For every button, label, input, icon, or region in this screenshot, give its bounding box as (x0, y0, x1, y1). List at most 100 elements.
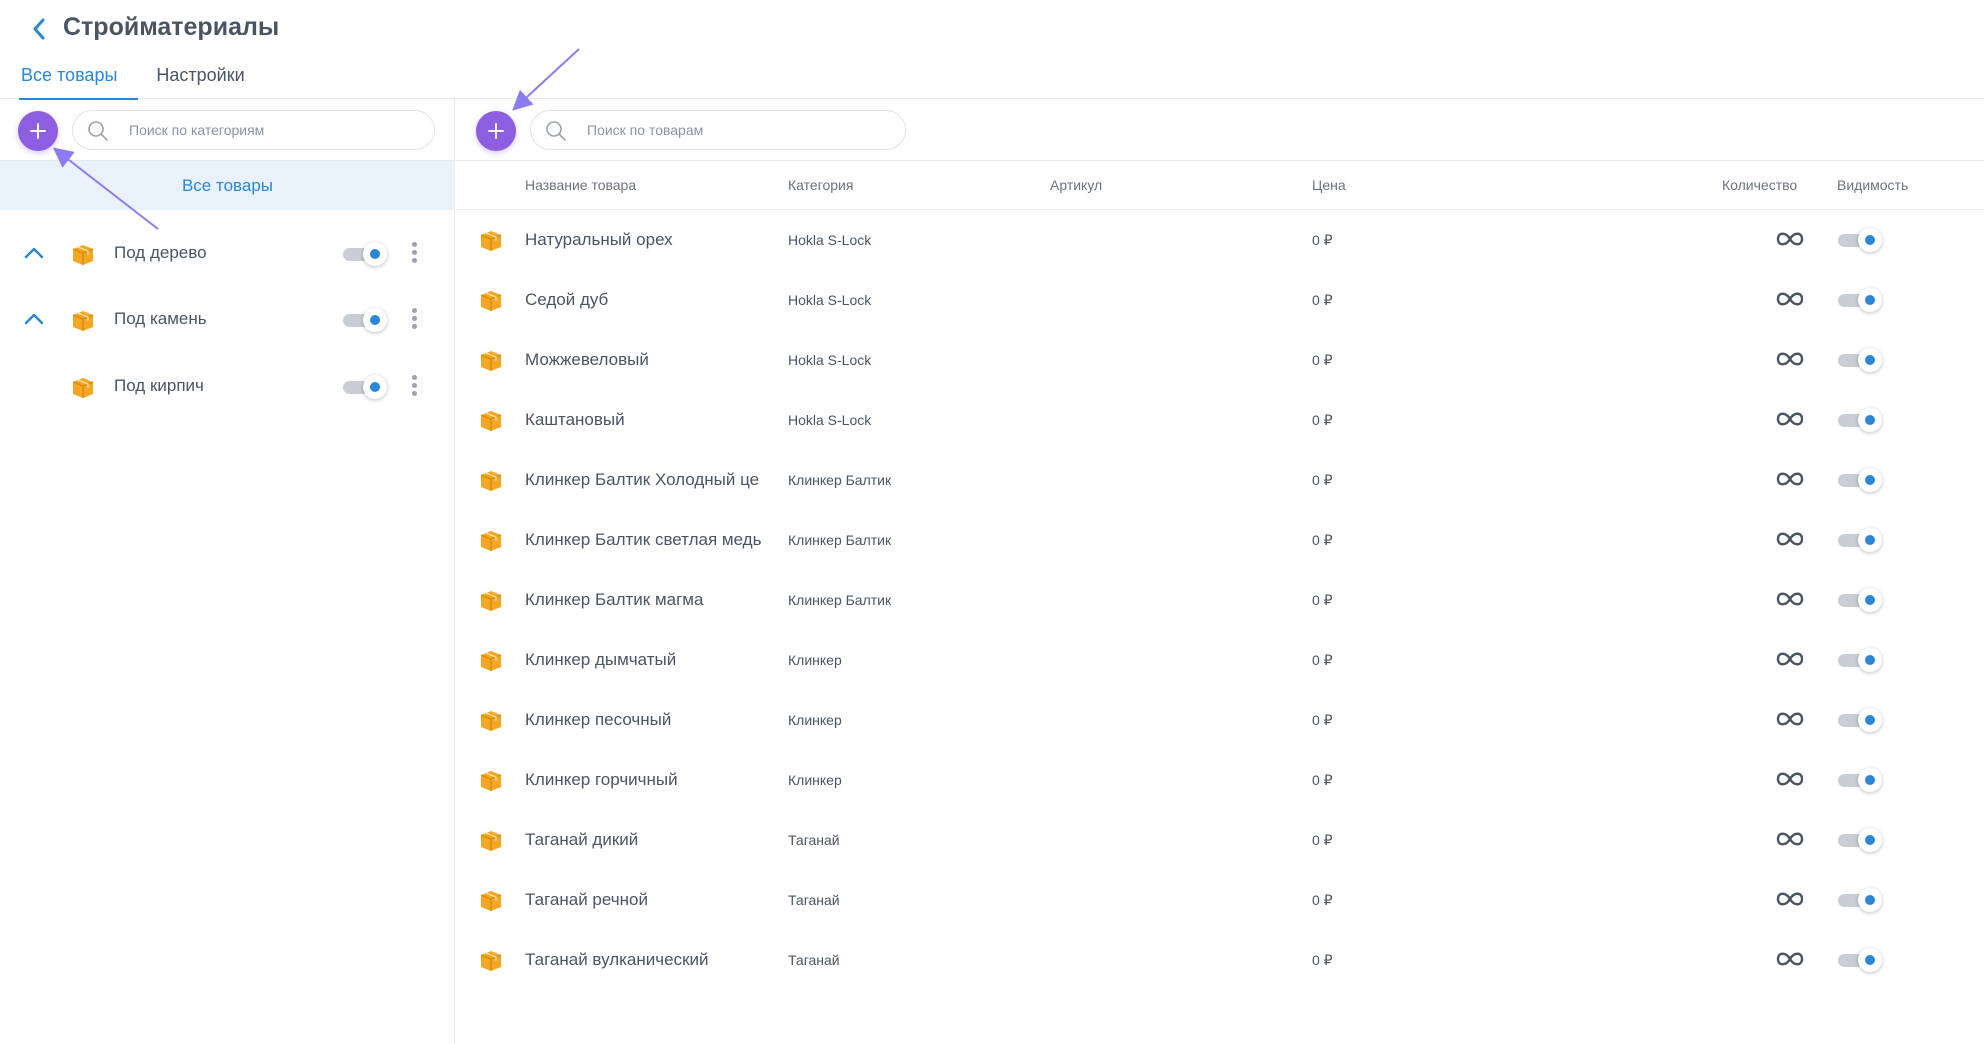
product-name[interactable]: Таганай вулканический (525, 930, 781, 990)
product-visibility-toggle[interactable] (1838, 408, 1882, 432)
categories-toolbar (0, 99, 454, 161)
product-name[interactable]: Клинкер Балтик светлая медь (525, 510, 781, 570)
product-name[interactable]: Можжевеловый (525, 330, 781, 390)
product-name[interactable]: Клинкер песочный (525, 690, 781, 750)
product-visibility-toggle[interactable] (1838, 888, 1882, 912)
box-icon (480, 471, 502, 491)
infinity-icon (1776, 892, 1804, 906)
category-row[interactable]: Под кирпич (0, 354, 455, 420)
category-visibility-toggle[interactable] (343, 308, 387, 332)
column-header-name[interactable]: Название товара (525, 161, 636, 210)
product-visibility-toggle[interactable] (1838, 528, 1882, 552)
product-category: Клинкер (788, 712, 842, 728)
infinity-icon (1776, 412, 1804, 426)
table-row[interactable]: Клинкер дымчатый Клинкер 0 ₽ (456, 630, 1984, 690)
more-vertical-icon[interactable] (409, 308, 419, 334)
box-icon (72, 245, 94, 265)
add-category-button[interactable] (18, 111, 58, 151)
column-header-visibility[interactable]: Видимость (1837, 161, 1908, 210)
product-visibility-toggle[interactable] (1838, 948, 1882, 972)
product-name[interactable]: Клинкер горчичный (525, 750, 781, 810)
category-visibility-toggle[interactable] (343, 375, 387, 399)
product-visibility-toggle[interactable] (1838, 348, 1882, 372)
product-visibility-toggle[interactable] (1838, 768, 1882, 792)
chevron-up-icon[interactable] (22, 309, 46, 329)
product-price: 0 ₽ (1312, 712, 1333, 728)
column-header-sku[interactable]: Артикул (1050, 161, 1102, 210)
column-header-category[interactable]: Категория (788, 161, 853, 210)
product-visibility-toggle[interactable] (1838, 828, 1882, 852)
product-name[interactable]: Таганай дикий (525, 810, 781, 870)
box-icon (480, 231, 502, 251)
table-row[interactable]: Можжевеловый Hokla S-Lock 0 ₽ (456, 330, 1984, 390)
table-row[interactable]: Клинкер Балтик Холодный це Клинкер Балтик… (456, 450, 1984, 510)
product-visibility-toggle[interactable] (1838, 288, 1882, 312)
plus-icon (30, 123, 46, 139)
product-name[interactable]: Таганай речной (525, 870, 781, 930)
page-title: Стройматериалы (63, 13, 280, 41)
box-icon (480, 591, 502, 611)
table-row[interactable]: Клинкер песочный Клинкер 0 ₽ (456, 690, 1984, 750)
more-vertical-icon[interactable] (409, 242, 419, 268)
add-product-button[interactable] (476, 111, 516, 151)
infinity-icon (1776, 652, 1804, 666)
infinity-icon (1776, 292, 1804, 306)
product-name[interactable]: Клинкер Балтик магма (525, 570, 781, 630)
category-search-input[interactable] (73, 111, 434, 149)
table-row[interactable]: Клинкер Балтик светлая медь Клинкер Балти… (456, 510, 1984, 570)
product-name[interactable]: Клинкер Балтик Холодный це (525, 450, 781, 510)
tab-settings[interactable]: Настройки (138, 60, 265, 99)
table-row[interactable]: Клинкер Балтик магма Клинкер Балтик 0 ₽ (456, 570, 1984, 630)
product-visibility-toggle[interactable] (1838, 648, 1882, 672)
category-row[interactable]: Под камень (0, 287, 455, 353)
product-category: Таганай (788, 832, 840, 848)
product-visibility-toggle[interactable] (1838, 228, 1882, 252)
plus-icon (488, 123, 504, 139)
box-icon (480, 351, 502, 371)
product-name[interactable]: Каштановый (525, 390, 781, 450)
products-toolbar (456, 99, 1984, 161)
infinity-icon (1776, 952, 1804, 966)
back-button[interactable] (26, 14, 52, 44)
table-row[interactable]: Таганай дикий Таганай 0 ₽ (456, 810, 1984, 870)
table-row[interactable]: Натуральный орех Hokla S-Lock 0 ₽ (456, 210, 1984, 270)
product-visibility-toggle[interactable] (1838, 468, 1882, 492)
product-visibility-toggle[interactable] (1838, 708, 1882, 732)
app-root: Стройматериалы Все товары Настройки Все … (0, 0, 1984, 1044)
category-search (72, 110, 435, 150)
product-visibility-toggle[interactable] (1838, 588, 1882, 612)
product-category: Клинкер Балтик (788, 532, 892, 548)
product-price: 0 ₽ (1312, 652, 1333, 668)
box-icon (480, 531, 502, 551)
category-row[interactable]: Под дерево (0, 221, 455, 287)
product-name[interactable]: Натуральный орех (525, 210, 781, 270)
table-row[interactable]: Седой дуб Hokla S-Lock 0 ₽ (456, 270, 1984, 330)
tab-all-products[interactable]: Все товары (0, 60, 139, 100)
all-products-item[interactable]: Все товары (0, 161, 455, 210)
category-label: Под камень (114, 309, 207, 328)
table-row[interactable]: Таганай речной Таганай 0 ₽ (456, 870, 1984, 930)
box-icon (480, 651, 502, 671)
product-price: 0 ₽ (1312, 892, 1333, 908)
infinity-icon (1776, 832, 1804, 846)
product-price: 0 ₽ (1312, 412, 1333, 428)
table-row[interactable]: Каштановый Hokla S-Lock 0 ₽ (456, 390, 1984, 450)
products-panel: Название товара Категория Артикул Цена К… (456, 99, 1984, 1044)
more-vertical-icon[interactable] (409, 375, 419, 401)
column-header-price[interactable]: Цена (1312, 161, 1346, 210)
table-header: Название товара Категория Артикул Цена К… (456, 161, 1984, 210)
product-price: 0 ₽ (1312, 952, 1333, 968)
product-search (530, 110, 906, 150)
table-row[interactable]: Клинкер горчичный Клинкер 0 ₽ (456, 750, 1984, 810)
category-visibility-toggle[interactable] (343, 242, 387, 266)
product-category: Hokla S-Lock (788, 232, 872, 248)
chevron-up-icon[interactable] (22, 243, 46, 263)
box-icon (480, 831, 502, 851)
product-name[interactable]: Седой дуб (525, 270, 781, 330)
product-name[interactable]: Клинкер дымчатый (525, 630, 781, 690)
product-search-input[interactable] (531, 111, 905, 149)
product-price: 0 ₽ (1312, 532, 1333, 548)
column-header-quantity[interactable]: Количество (1722, 161, 1797, 210)
search-icon (546, 121, 566, 141)
table-row[interactable]: Таганай вулканический Таганай 0 ₽ (456, 930, 1984, 990)
